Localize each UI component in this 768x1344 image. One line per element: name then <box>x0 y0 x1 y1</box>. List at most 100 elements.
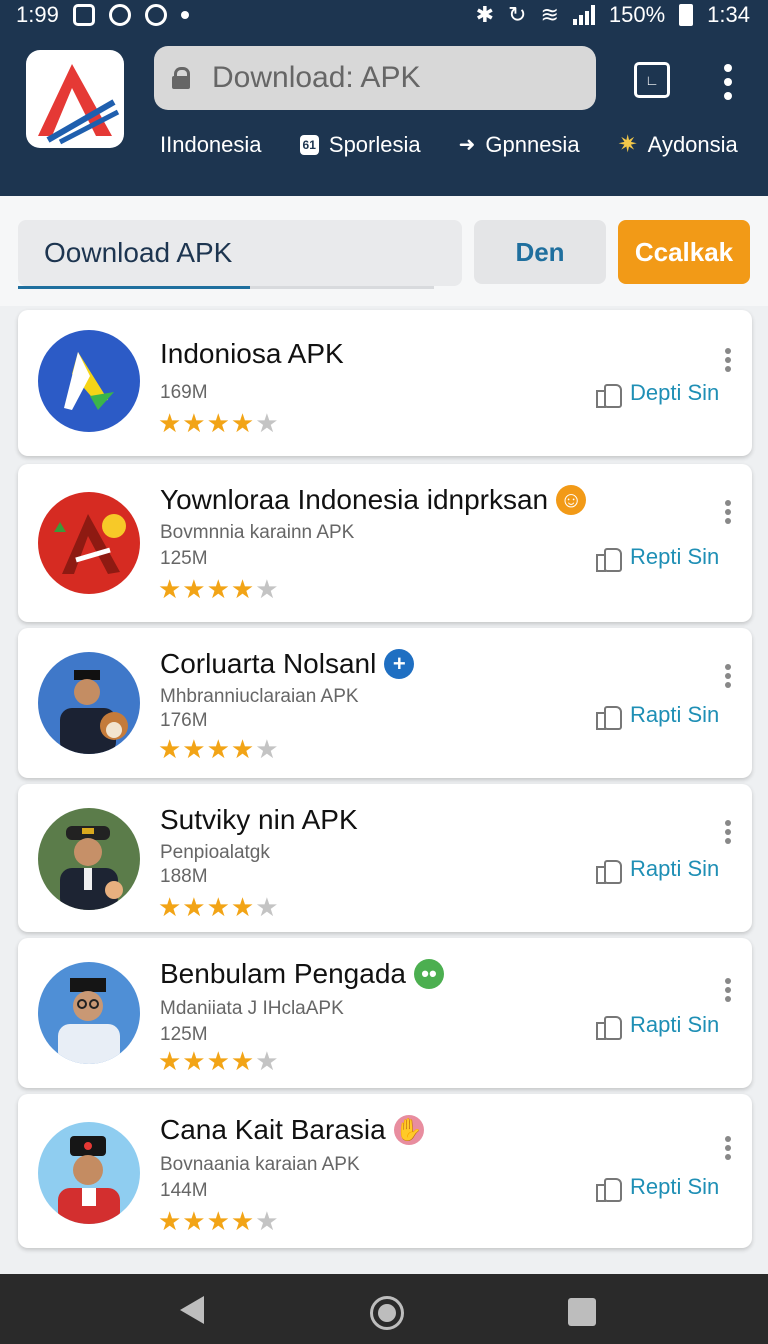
person-hat-icon <box>58 1136 120 1224</box>
app-size: 188M <box>160 866 208 887</box>
search-input[interactable]: Oownload APK <box>18 220 462 286</box>
app-action-button[interactable]: Rapti Sin <box>596 702 719 730</box>
app-title: Benbulam Pengada •• <box>160 958 444 990</box>
app-rating: ★★★★★ <box>158 734 280 764</box>
app-size: 169M <box>160 382 208 403</box>
app-avatar <box>38 808 140 910</box>
nav-item-label: Sporlesia <box>328 131 421 157</box>
app-subtitle: Bovmnnia karainn APK <box>160 522 355 543</box>
notification-app-icon <box>72 4 95 26</box>
app-avatar <box>38 962 140 1064</box>
person-cap-icon <box>60 826 123 910</box>
app-card[interactable]: Yownloraa Indonesia idnprksan ☺ Bovmnnia… <box>18 464 752 622</box>
nav-item-sporlesia[interactable]: 61 Sporlesia <box>299 131 421 158</box>
overflow-menu-icon[interactable] <box>722 64 734 100</box>
app-card[interactable]: Corluarta Nolsanl + Mhbranniuclaraian AP… <box>18 628 752 778</box>
app-title: Corluarta Nolsanl + <box>160 648 415 680</box>
app-avatar <box>38 652 140 754</box>
status-time-right: 1:34 <box>707 2 750 27</box>
nav-item-label: Gpnnesia <box>485 131 580 157</box>
app-action-button[interactable]: Repti Sin <box>596 544 719 572</box>
app-action-button[interactable]: Repti Sin <box>596 1174 719 1202</box>
laughing-emoji-icon: ☺ <box>556 485 587 515</box>
app-action-button[interactable]: Rapti Sin <box>596 1012 719 1040</box>
more-options-icon[interactable] <box>724 348 732 372</box>
category-nav: IIndonesia 61 Sporlesia ➜ Gpnnesia ✷ Ayd… <box>160 130 738 159</box>
sparkle-icon: ✷ <box>617 131 638 158</box>
thumbs-up-icon <box>596 858 622 884</box>
thumbs-up-icon <box>596 704 622 730</box>
more-options-icon[interactable] <box>724 500 732 524</box>
app-title: Yownloraa Indonesia idnprksan ☺ <box>160 484 587 516</box>
app-subtitle: Mhbranniuclaraian APK <box>160 686 359 707</box>
app-action-button[interactable]: Rapti Sin <box>596 856 719 884</box>
app-rating: ★★★★★ <box>158 892 280 922</box>
app-card[interactable]: Cana Kait Barasia ✋ Bovnaania karaian AP… <box>18 1094 752 1248</box>
sync-icon: ↻ <box>508 2 527 27</box>
url-bar[interactable]: Download: APK <box>154 46 596 110</box>
notification-chat-icon <box>144 4 167 26</box>
battery-icon <box>679 4 694 26</box>
status-time-left: 1:99 <box>16 2 59 27</box>
green-face-emoji-icon: •• <box>413 959 444 989</box>
thumbs-up-icon <box>596 1176 622 1202</box>
home-icon[interactable] <box>370 1296 404 1330</box>
search-button[interactable]: Ccalkak <box>618 220 750 284</box>
nav-item-aydonsia[interactable]: ✷ Aydonsia <box>618 130 738 159</box>
arrow-icon: ➜ <box>458 134 476 156</box>
app-action-button[interactable]: Depti Sin <box>596 380 719 408</box>
person-glasses-icon <box>58 978 120 1064</box>
search-progress-underline <box>18 286 434 289</box>
lock-icon <box>172 67 190 89</box>
plus-badge-icon: + <box>384 649 415 679</box>
battery-percent: 150% <box>608 2 666 27</box>
notification-dot-icon <box>180 11 189 19</box>
url-text: Download: APK <box>212 61 421 94</box>
nav-item-gpnnesia[interactable]: ➜ Gpnnesia <box>459 132 580 158</box>
app-logo[interactable] <box>26 50 124 148</box>
thumbs-up-icon <box>596 382 622 408</box>
red-logo-icon <box>54 514 126 574</box>
bluetooth-icon: ✱ <box>475 2 495 27</box>
app-avatar <box>38 330 140 432</box>
app-subtitle: Mdaniiata J IHclaAPK <box>160 998 344 1019</box>
tabs-button[interactable]: ∟ <box>634 62 670 98</box>
nav-item-label: Aydonsia <box>647 131 738 157</box>
back-icon[interactable] <box>180 1296 204 1324</box>
app-rating: ★★★★★ <box>158 408 280 438</box>
app-size: 144M <box>160 1180 208 1201</box>
app-rating: ★★★★★ <box>158 574 280 604</box>
app-card[interactable]: Sutviky nin APK Penpioalatgk 188M ★★★★★ … <box>18 784 752 932</box>
play-triangle-icon <box>64 352 114 410</box>
more-options-icon[interactable] <box>724 1136 732 1160</box>
app-size: 125M <box>160 1024 208 1045</box>
thumbs-up-icon <box>596 546 622 572</box>
notification-circle-icon <box>108 4 131 26</box>
recent-apps-icon[interactable] <box>568 1298 596 1326</box>
thumbs-up-icon <box>596 1014 622 1040</box>
app-card[interactable]: Indoniosa APK 169M ★★★★★ Depti Sin <box>18 310 752 456</box>
app-avatar <box>38 1122 140 1224</box>
person-with-dog-icon <box>60 670 128 754</box>
nav-item-indonesia[interactable]: IIndonesia <box>160 132 262 158</box>
more-options-icon[interactable] <box>724 820 732 844</box>
app-title: Cana Kait Barasia ✋ <box>160 1114 424 1145</box>
wifi-icon: ≋ <box>540 2 559 27</box>
app-size: 125M <box>160 548 208 569</box>
badge-icon: 61 <box>299 134 319 155</box>
app-subtitle: Bovnaania karaian APK <box>160 1154 360 1175</box>
tabs-icon: ∟ <box>645 72 659 88</box>
app-logo-icon <box>38 64 120 145</box>
search-area: Oownload APK Den Ccalkak <box>0 196 768 306</box>
app-card[interactable]: Benbulam Pengada •• Mdaniiata J IHclaAPK… <box>18 938 752 1088</box>
app-title: Indoniosa APK <box>160 338 344 369</box>
system-nav-bar <box>0 1274 768 1344</box>
more-options-icon[interactable] <box>724 664 732 688</box>
nav-item-label: IIndonesia <box>160 131 262 157</box>
app-size: 176M <box>160 710 208 731</box>
more-options-icon[interactable] <box>724 978 732 1002</box>
app-title: Sutviky nin APK <box>160 804 358 835</box>
app-avatar <box>38 492 140 594</box>
hand-emoji-icon: ✋ <box>393 1115 424 1145</box>
den-button[interactable]: Den <box>474 220 606 284</box>
